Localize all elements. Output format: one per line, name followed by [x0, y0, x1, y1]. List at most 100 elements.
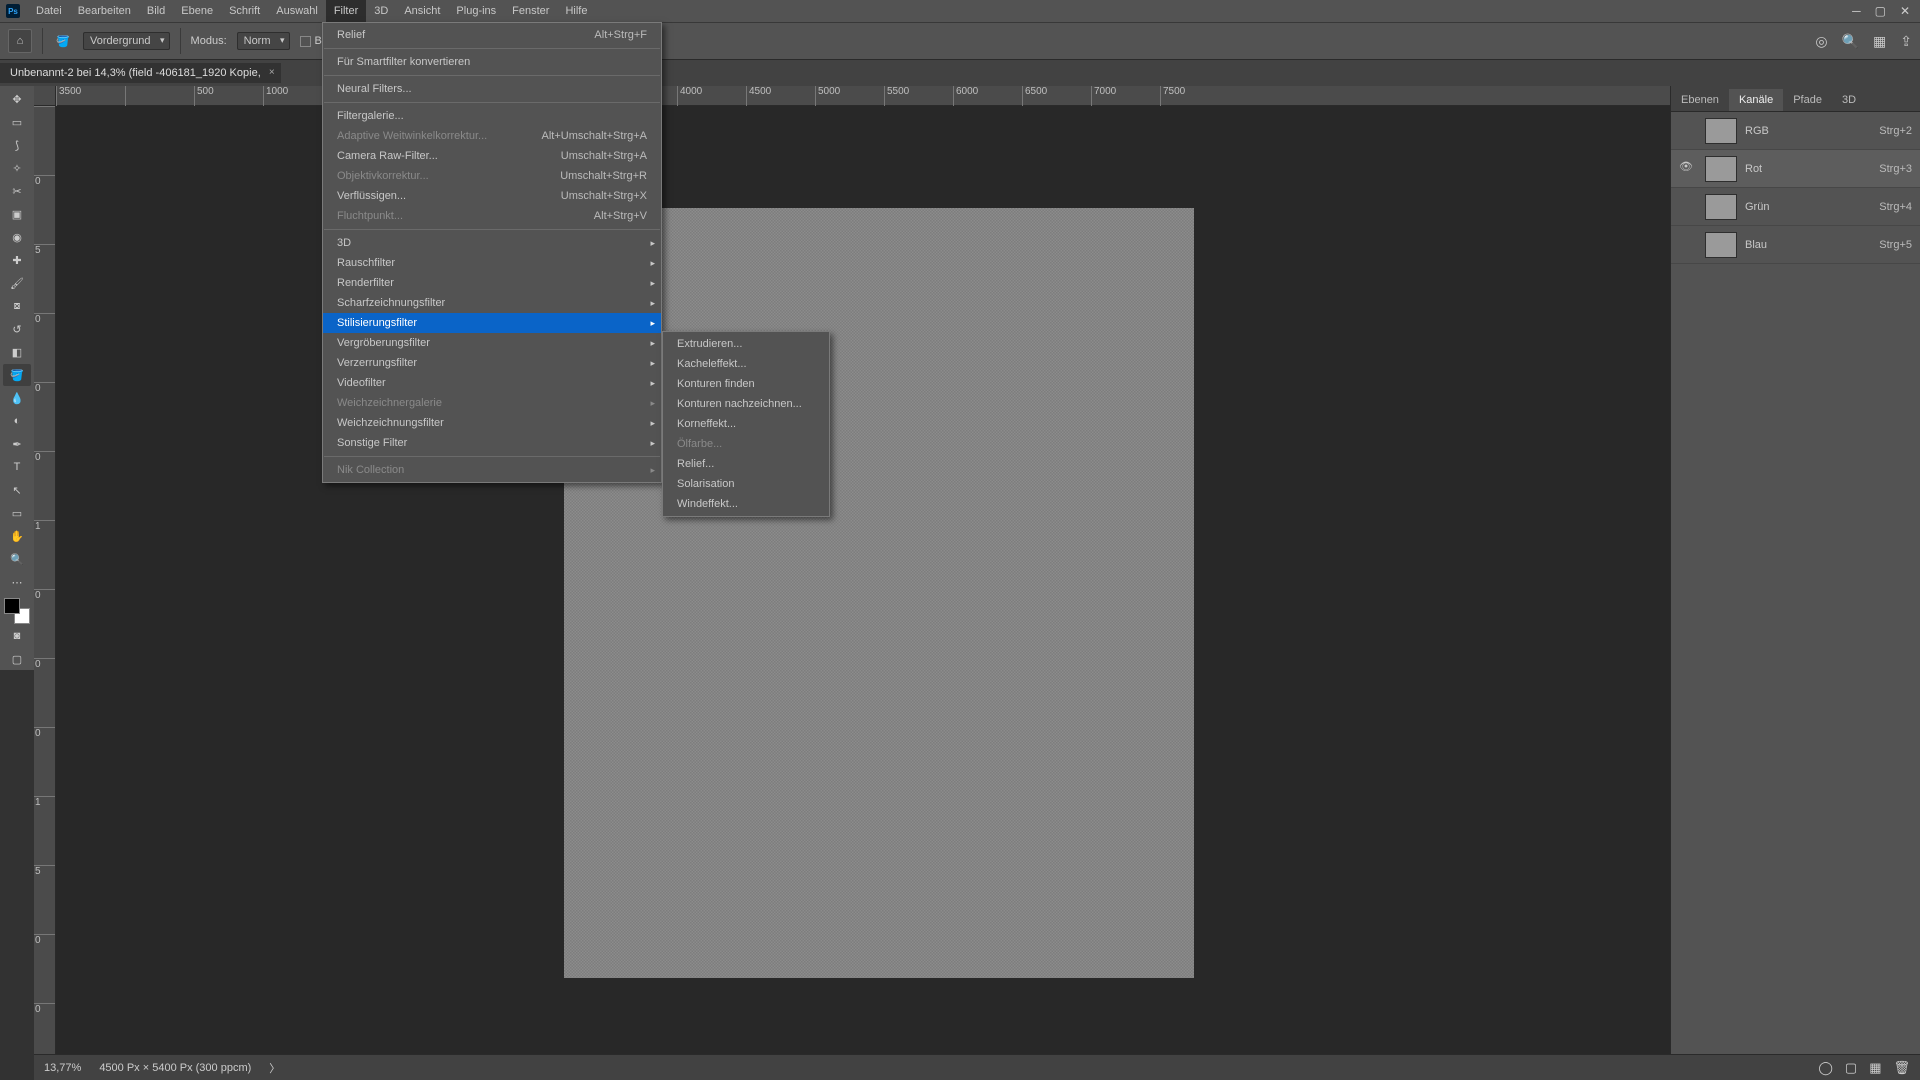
stamp-tool[interactable]: ⧇: [3, 295, 31, 317]
menu-item-weichzeichnergalerie: Weichzeichnergalerie: [323, 393, 661, 413]
menu-item-neural-filters-[interactable]: Neural Filters...: [323, 79, 661, 99]
menu-item-weichzeichnungsfilter[interactable]: Weichzeichnungsfilter: [323, 413, 661, 433]
menubar-item-fenster[interactable]: Fenster: [504, 0, 557, 22]
bucket-tool-icon[interactable]: 🪣: [53, 31, 73, 51]
eyedropper-tool[interactable]: ◉: [3, 226, 31, 248]
lasso-tool[interactable]: ⟆: [3, 134, 31, 156]
menu-item-renderfilter[interactable]: Renderfilter: [323, 273, 661, 293]
pen-tool[interactable]: ✒: [3, 433, 31, 455]
panel-tab-3d[interactable]: 3D: [1832, 89, 1866, 111]
menubar-item-ebene[interactable]: Ebene: [173, 0, 221, 22]
submenu-item-konturen-finden[interactable]: Konturen finden: [663, 374, 829, 394]
ruler-origin[interactable]: [34, 86, 56, 106]
document-tab[interactable]: Unbenannt-2 bei 14,3% (field -406181_192…: [0, 63, 281, 83]
menu-item-camera-raw-filter-[interactable]: Camera Raw-Filter...Umschalt+Strg+A: [323, 146, 661, 166]
magic-wand-tool[interactable]: ✧: [3, 157, 31, 179]
vertical-ruler: 0500010001500: [34, 106, 56, 1054]
menu-item-sonstige-filter[interactable]: Sonstige Filter: [323, 433, 661, 453]
channel-blau[interactable]: BlauStrg+5: [1671, 226, 1920, 264]
panel-tab-ebenen[interactable]: Ebenen: [1671, 89, 1729, 111]
submenu-item-korneffekt-[interactable]: Korneffekt...: [663, 414, 829, 434]
menu-item-vergr-berungsfilter[interactable]: Vergröberungsfilter: [323, 333, 661, 353]
fill-source-dropdown[interactable]: Vordergrund: [83, 32, 170, 50]
blur-tool[interactable]: 💧: [3, 387, 31, 409]
minimize-icon[interactable]: ─: [1852, 4, 1861, 18]
menu-item-relief-last[interactable]: ReliefAlt+Strg+F: [323, 25, 661, 45]
options-bar: ⌂ 🪣 Vordergrund Modus: Norm Benachbart A…: [0, 22, 1920, 60]
zoom-level[interactable]: 13,77%: [44, 1062, 81, 1074]
visibility-icon[interactable]: 👁: [1679, 160, 1697, 178]
quickmask-tool[interactable]: ◙: [3, 625, 31, 647]
doc-dimensions[interactable]: 4500 Px × 5400 Px (300 ppcm): [99, 1062, 251, 1074]
move-tool[interactable]: ✥: [3, 88, 31, 110]
panel-tabs: EbenenKanälePfade3D: [1671, 86, 1920, 112]
close-tab-icon[interactable]: ×: [269, 67, 275, 78]
shape-tool[interactable]: ▭: [3, 502, 31, 524]
home-button[interactable]: ⌂: [8, 29, 32, 53]
toolbar: ✥ ▭ ⟆ ✧ ✂ ▣ ◉ ✚ 🖌 ⧇ ↺ ◧ 🪣 💧 ◐ ✒ T ↖ ▭ ✋ …: [0, 86, 34, 670]
cloud-docs-icon[interactable]: ◎: [1815, 33, 1827, 50]
menu-item-3d[interactable]: 3D: [323, 233, 661, 253]
zoom-tool[interactable]: 🔍: [3, 548, 31, 570]
menu-item-f-r-smartfilter-konvertieren[interactable]: Für Smartfilter konvertieren: [323, 52, 661, 72]
submenu-item-relief-[interactable]: Relief...: [663, 454, 829, 474]
channel-rgb[interactable]: RGBStrg+2: [1671, 112, 1920, 150]
menubar-item-schrift[interactable]: Schrift: [221, 0, 268, 22]
menubar-item-hilfe[interactable]: Hilfe: [557, 0, 595, 22]
history-brush-tool[interactable]: ↺: [3, 318, 31, 340]
menubar-item-datei[interactable]: Datei: [28, 0, 70, 22]
status-icon-3[interactable]: ▦: [1869, 1060, 1881, 1076]
menubar-item-bild[interactable]: Bild: [139, 0, 173, 22]
menu-item-videofilter[interactable]: Videofilter: [323, 373, 661, 393]
trash-icon[interactable]: 🗑: [1893, 1060, 1910, 1076]
submenu-item-solarisation[interactable]: Solarisation: [663, 474, 829, 494]
edit-toolbar[interactable]: ⋯: [3, 571, 31, 593]
maximize-icon[interactable]: ▢: [1875, 4, 1886, 18]
eraser-tool[interactable]: ◧: [3, 341, 31, 363]
dodge-tool[interactable]: ◐: [3, 410, 31, 432]
visibility-icon[interactable]: [1679, 198, 1697, 216]
close-icon[interactable]: ✕: [1900, 4, 1910, 18]
menu-item-stilisierungsfilter[interactable]: Stilisierungsfilter: [323, 313, 661, 333]
path-select-tool[interactable]: ↖: [3, 479, 31, 501]
panel-tab-kanäle[interactable]: Kanäle: [1729, 89, 1783, 111]
channel-rot[interactable]: 👁RotStrg+3: [1671, 150, 1920, 188]
crop-tool[interactable]: ✂: [3, 180, 31, 202]
panel-tab-pfade[interactable]: Pfade: [1783, 89, 1832, 111]
search-icon[interactable]: 🔍: [1842, 33, 1859, 50]
menu-item-scharfzeichnungsfilter[interactable]: Scharfzeichnungsfilter: [323, 293, 661, 313]
type-tool[interactable]: T: [3, 456, 31, 478]
menu-item-filtergalerie-[interactable]: Filtergalerie...: [323, 106, 661, 126]
menubar-item-ansicht[interactable]: Ansicht: [396, 0, 448, 22]
submenu-item-kacheleffekt-[interactable]: Kacheleffekt...: [663, 354, 829, 374]
visibility-icon[interactable]: [1679, 236, 1697, 254]
menubar-item-auswahl[interactable]: Auswahl: [268, 0, 326, 22]
status-icon-1[interactable]: ◯: [1818, 1060, 1833, 1076]
submenu-item-windeffekt-[interactable]: Windeffekt...: [663, 494, 829, 514]
workspace-icon[interactable]: ▦: [1873, 33, 1886, 50]
submenu-item-extrudieren-[interactable]: Extrudieren...: [663, 334, 829, 354]
menubar-item-plug-ins[interactable]: Plug-ins: [448, 0, 504, 22]
color-swatch[interactable]: [4, 598, 30, 624]
mode-dropdown[interactable]: Norm: [237, 32, 290, 50]
brush-tool[interactable]: 🖌: [3, 272, 31, 294]
menubar-item-filter[interactable]: Filter: [326, 0, 366, 22]
healing-tool[interactable]: ✚: [3, 249, 31, 271]
menu-item-verfl-ssigen-[interactable]: Verflüssigen...Umschalt+Strg+X: [323, 186, 661, 206]
menu-item-rauschfilter[interactable]: Rauschfilter: [323, 253, 661, 273]
status-arrow-icon[interactable]: 〉: [269, 1060, 280, 1076]
hand-tool[interactable]: ✋: [3, 525, 31, 547]
channels-panel: RGBStrg+2👁RotStrg+3GrünStrg+4BlauStrg+5: [1671, 112, 1920, 264]
visibility-icon[interactable]: [1679, 122, 1697, 140]
submenu-item-konturen-nachzeichnen-[interactable]: Konturen nachzeichnen...: [663, 394, 829, 414]
menubar-item-bearbeiten[interactable]: Bearbeiten: [70, 0, 139, 22]
screenmode-tool[interactable]: ▢: [3, 648, 31, 670]
share-icon[interactable]: ⇪: [1900, 33, 1912, 50]
channel-grün[interactable]: GrünStrg+4: [1671, 188, 1920, 226]
marquee-tool[interactable]: ▭: [3, 111, 31, 133]
bucket-tool[interactable]: 🪣: [3, 364, 31, 386]
menubar-item-3d[interactable]: 3D: [366, 0, 396, 22]
menu-item-verzerrungsfilter[interactable]: Verzerrungsfilter: [323, 353, 661, 373]
status-icon-2[interactable]: ▢: [1845, 1060, 1857, 1076]
frame-tool[interactable]: ▣: [3, 203, 31, 225]
